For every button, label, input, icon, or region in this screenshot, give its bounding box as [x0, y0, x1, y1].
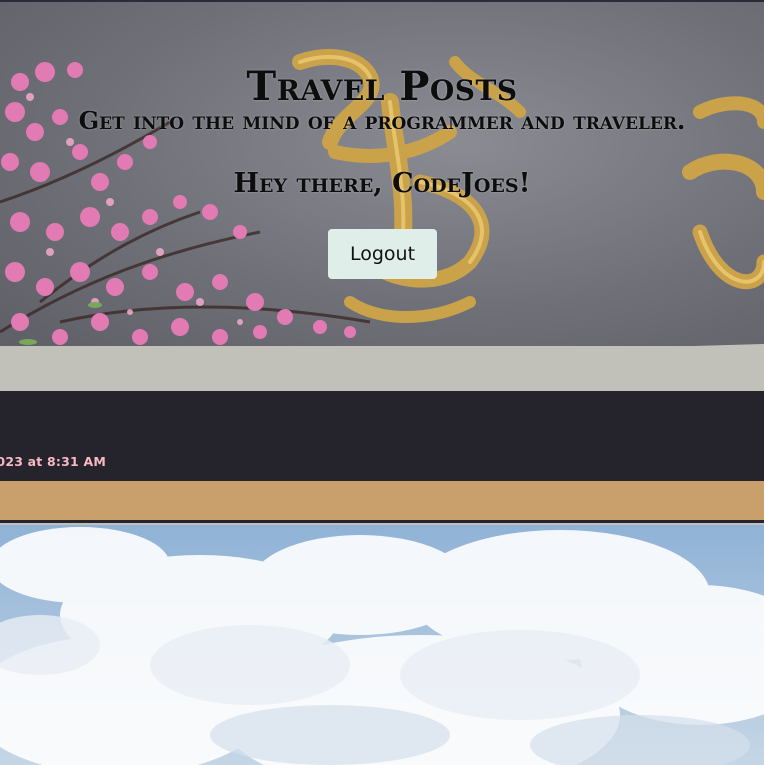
hero-divider-curve [0, 344, 764, 360]
page: Travel Posts Get into the mind of a prog… [0, 0, 764, 765]
post-divider-band [0, 481, 764, 523]
page-title: Travel Posts [246, 63, 518, 110]
post-date: Jan 1, 2023 at 8:31 AM [0, 454, 106, 469]
sky-clouds-image [0, 527, 764, 765]
logout-button[interactable]: Logout [328, 229, 437, 279]
hero-text: Travel Posts Get into the mind of a prog… [0, 64, 764, 200]
post-header: Jan 1, 2023 at 8:31 AM [0, 391, 764, 481]
page-subtitle: Get into the mind of a programmer and tr… [78, 106, 686, 135]
hero-banner: Travel Posts Get into the mind of a prog… [0, 0, 764, 352]
post-image [0, 525, 764, 765]
user-greeting: Hey there, CodeJoes! [233, 168, 531, 199]
